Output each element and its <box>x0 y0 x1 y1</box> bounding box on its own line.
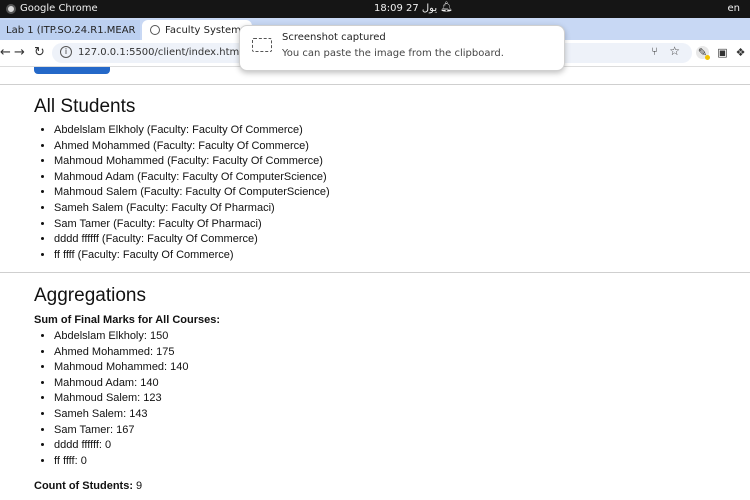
extension-eyedropper-icon[interactable]: ✎ <box>696 46 710 60</box>
page-content: All Students Abdelslam Elkholy (Faculty:… <box>0 67 750 500</box>
students-list: Abdelslam Elkholy (Faculty: Faculty Of C… <box>34 123 330 263</box>
mark-item: Sam Tamer: 167 <box>54 423 189 439</box>
os-clock[interactable]: 18:09 27 يول <box>374 3 437 14</box>
reload-icon[interactable]: ↻ <box>34 45 45 60</box>
mark-item: Ahmed Mohammed: 175 <box>54 345 189 361</box>
all-students-heading: All Students <box>34 96 136 117</box>
student-item: ff ffff (Faculty: Faculty Of Commerce) <box>54 248 330 264</box>
forward-arrow-icon[interactable]: → <box>14 45 25 60</box>
toast-title: Screenshot captured <box>282 32 386 43</box>
student-item: Mahmoud Adam (Faculty: Faculty Of Comput… <box>54 170 330 186</box>
mark-item: dddd ffffff: 0 <box>54 438 189 454</box>
tab-label: Lab 1 (ITP.SO.24.R1.MEAR <box>6 24 136 36</box>
student-item: Abdelslam Elkholy (Faculty: Faculty Of C… <box>54 123 330 139</box>
toast-message: You can paste the image from the clipboa… <box>282 48 504 59</box>
student-item: Mahmoud Mohammed (Faculty: Faculty Of Co… <box>54 154 330 170</box>
tab-faculty-system[interactable]: Faculty System V <box>142 20 252 40</box>
globe-icon <box>150 25 160 35</box>
divider <box>0 84 750 85</box>
address-url[interactable]: 127.0.0.1:5500/client/index.html <box>78 47 242 58</box>
mark-item: Mahmoud Salem: 123 <box>54 391 189 407</box>
marks-list: Abdelslam Elkholy: 150 Ahmed Mohammed: 1… <box>34 329 189 469</box>
mark-item: Mahmoud Mohammed: 140 <box>54 360 189 376</box>
chrome-icon <box>6 3 16 14</box>
extension-box-icon[interactable]: ▣ <box>716 46 729 59</box>
os-top-bar: Google Chrome 18:09 27 يول 🔔︎ en <box>0 0 750 18</box>
share-icon[interactable]: ⑂ <box>651 45 658 58</box>
screenshot-icon <box>252 38 272 52</box>
mark-item: ff ffff: 0 <box>54 454 189 470</box>
site-info-icon[interactable]: i <box>60 46 72 58</box>
divider <box>0 272 750 273</box>
sum-marks-label: Sum of Final Marks for All Courses: <box>34 314 221 326</box>
bookmark-star-icon[interactable]: ☆ <box>669 44 680 58</box>
student-item: Sameh Salem (Faculty: Faculty Of Pharmac… <box>54 201 330 217</box>
mark-item: Mahmoud Adam: 140 <box>54 376 189 392</box>
mark-item: Abdelslam Elkholy: 150 <box>54 329 189 345</box>
screenshot-toast[interactable]: Screenshot captured You can paste the im… <box>239 25 565 71</box>
aggregations-heading: Aggregations <box>34 285 146 306</box>
extensions-puzzle-icon[interactable]: ❖ <box>734 46 747 59</box>
partial-submit-button[interactable] <box>34 67 110 74</box>
os-app-menu[interactable]: Google Chrome <box>6 3 98 14</box>
count-label: Count of Students: <box>34 480 133 492</box>
count-value: 9 <box>136 480 143 492</box>
student-item: Sam Tamer (Faculty: Faculty Of Pharmaci) <box>54 217 330 233</box>
student-item: Mahmoud Salem (Faculty: Faculty Of Compu… <box>54 185 330 201</box>
student-item: dddd ffffff (Faculty: Faculty Of Commerc… <box>54 232 330 248</box>
os-language-indicator[interactable]: en <box>728 3 741 14</box>
count-students-line: Count of Students: 9 <box>34 480 142 492</box>
student-item: Ahmed Mohammed (Faculty: Faculty Of Comm… <box>54 139 330 155</box>
mark-item: Sameh Salem: 143 <box>54 407 189 423</box>
os-app-name: Google Chrome <box>20 3 98 14</box>
tab-lab1[interactable]: Lab 1 (ITP.SO.24.R1.MEAR <box>0 20 140 40</box>
back-arrow-icon[interactable]: ← <box>0 45 11 60</box>
notification-bell-icon[interactable]: 🔔︎ <box>440 2 453 13</box>
